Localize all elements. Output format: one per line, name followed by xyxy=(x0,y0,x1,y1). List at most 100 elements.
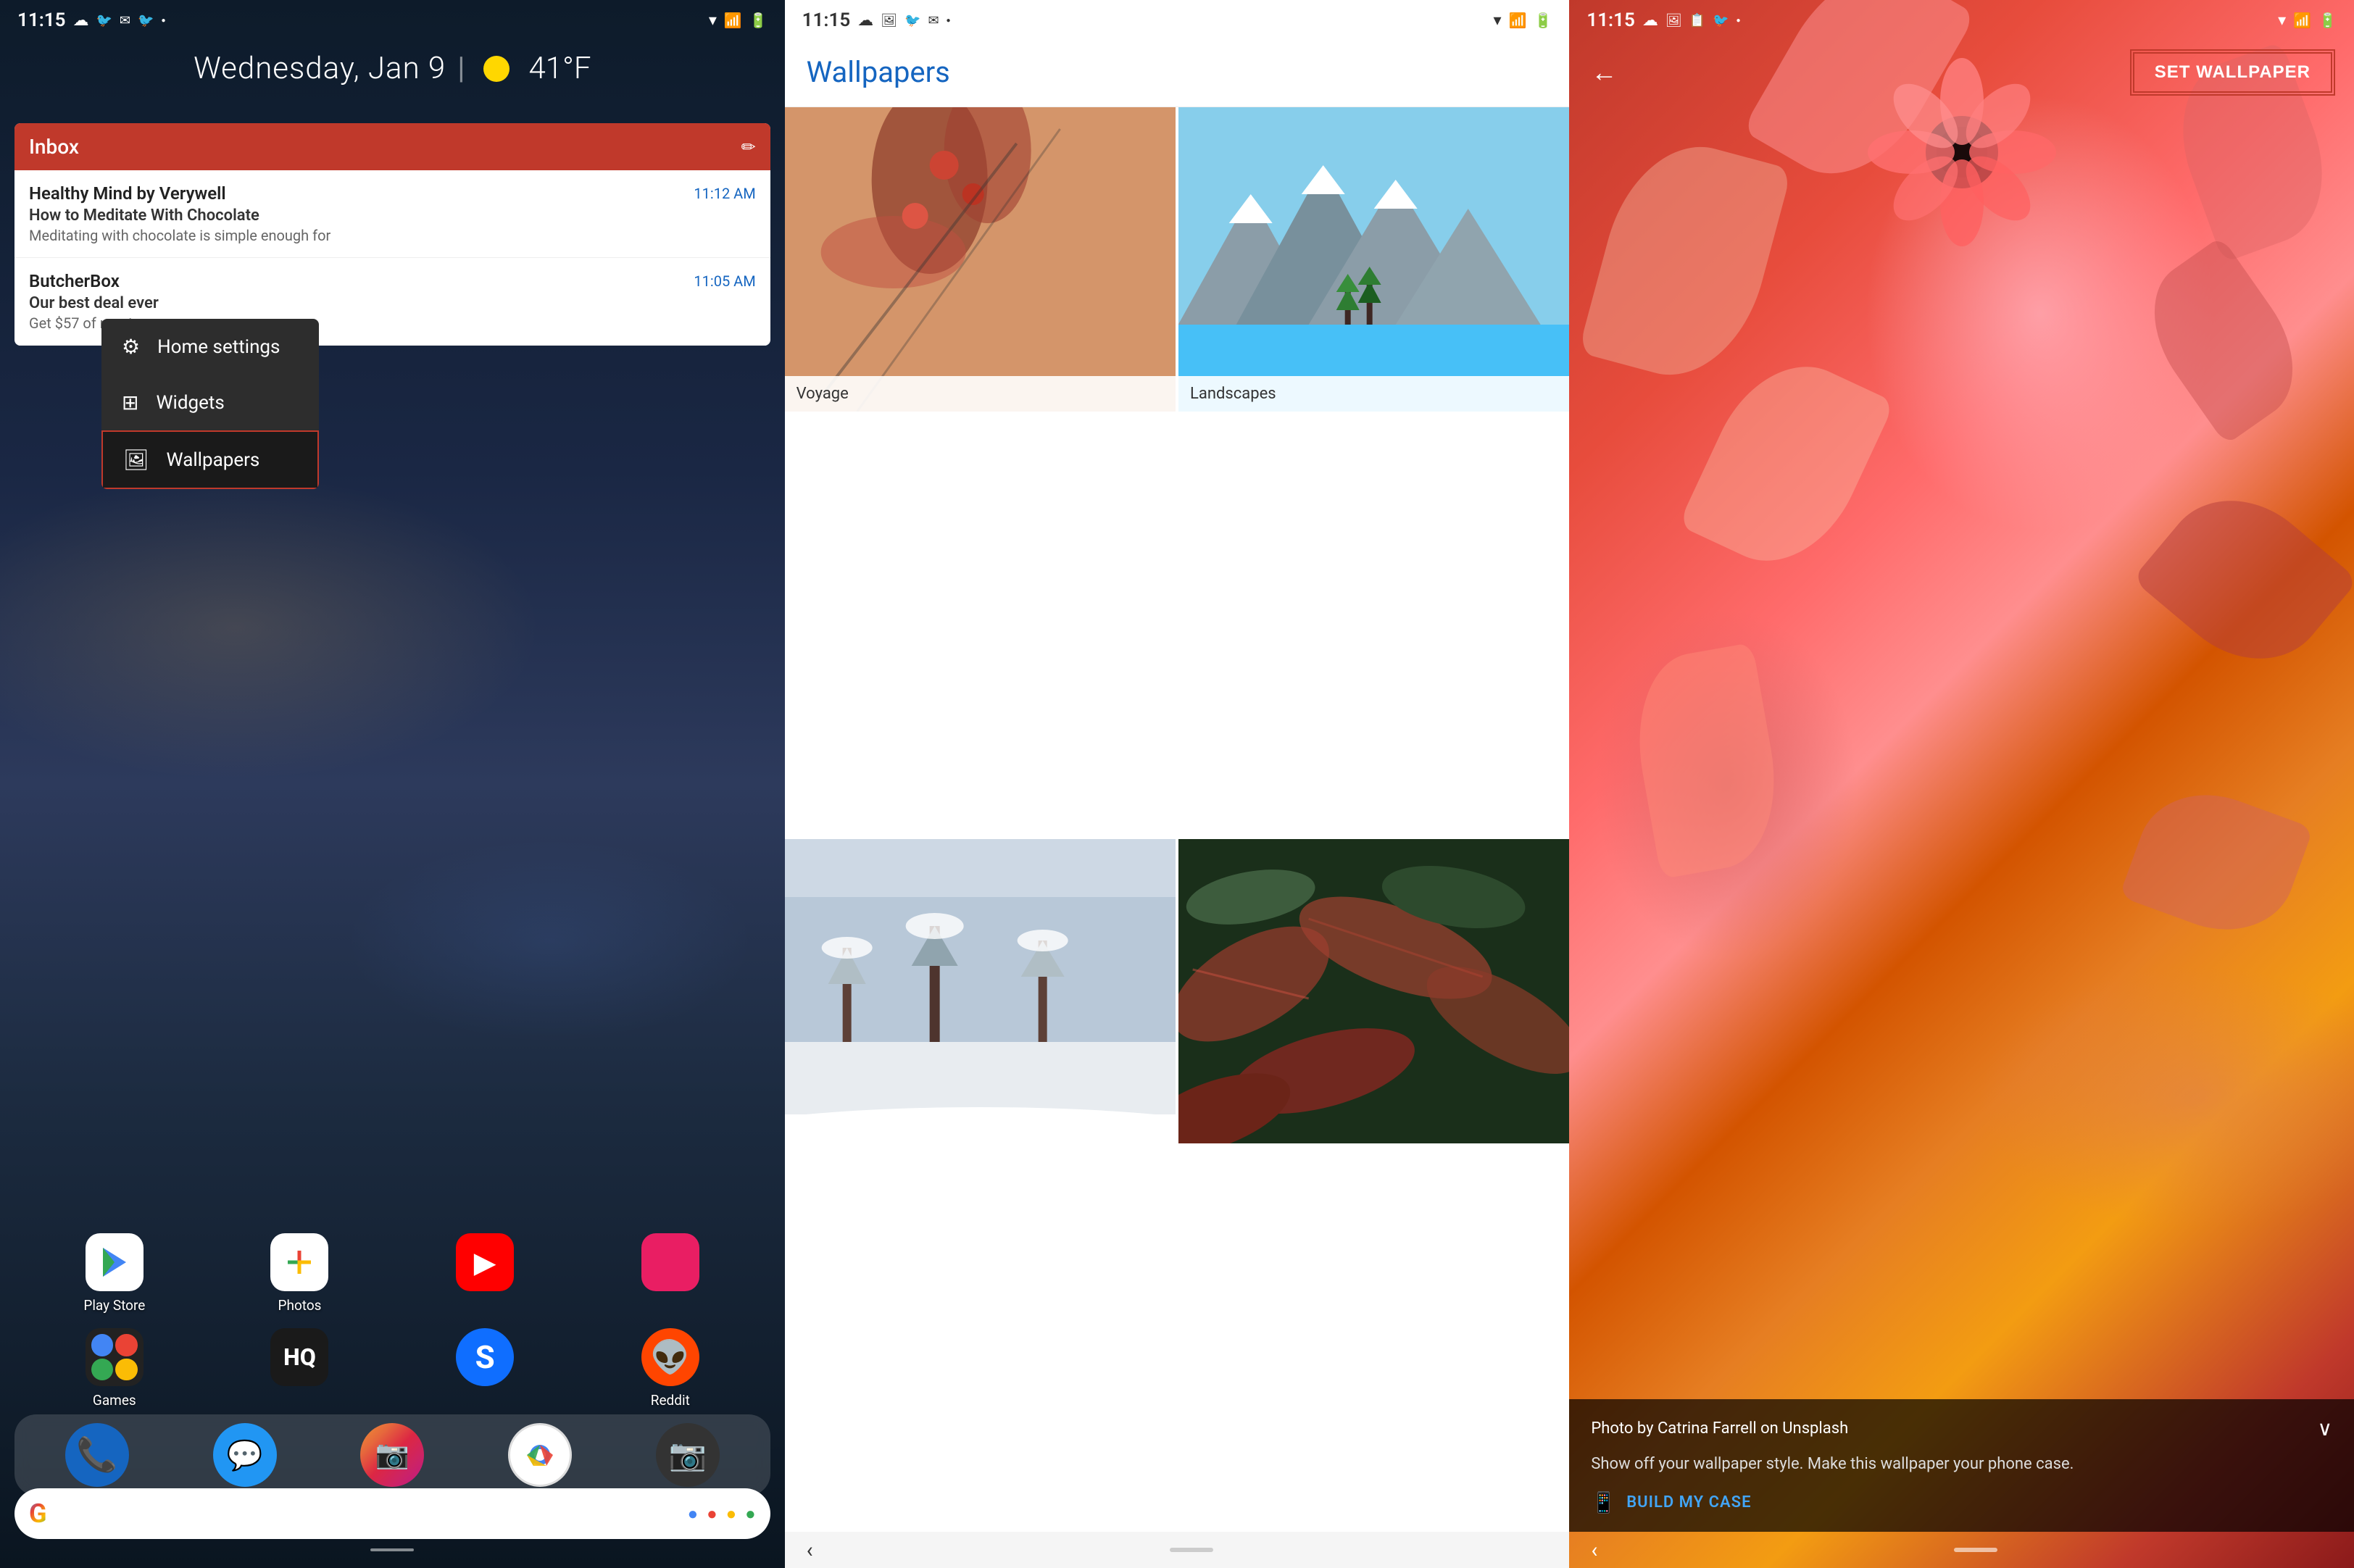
edit-icon[interactable]: ✏ xyxy=(741,137,756,157)
wifi-icon-3: ▾ xyxy=(2278,12,2286,30)
status-bar-panel1: 11:15 ☁ 🐦 ✉ 🐦 ● ▾ 📶 🔋 xyxy=(0,0,785,41)
set-wallpaper-button[interactable]: SET WALLPAPER xyxy=(2133,52,2332,93)
photo-credit-text: Photo by Catrina Farrell on Unsplash xyxy=(1591,1419,1848,1438)
dock-phone[interactable]: 📞 xyxy=(65,1423,129,1487)
wallpaper-thumb-winter[interactable] xyxy=(785,839,1176,1143)
battery-icon: 🔋 xyxy=(749,12,768,29)
app-hq[interactable]: HQ xyxy=(263,1328,336,1409)
inbox-header: Inbox ✏ xyxy=(14,123,770,170)
app-play-store[interactable]: Play Store xyxy=(78,1233,151,1314)
menu-label-widgets: Widgets xyxy=(156,392,224,414)
dot-yellow: ● xyxy=(726,1504,737,1525)
app-grid: Play Store Photos ▶ xyxy=(0,1233,785,1423)
dock-messages[interactable]: 💬 xyxy=(213,1423,277,1487)
build-case-link[interactable]: BUILD MY CASE xyxy=(1626,1493,1751,1511)
subject-1: How to Meditate With Chocolate xyxy=(29,207,756,225)
dot-icon-2: ● xyxy=(947,17,951,25)
winter-svg xyxy=(785,839,1176,1143)
sun-icon xyxy=(483,56,510,82)
wallpapers-header: Wallpapers xyxy=(785,41,1570,107)
play-store-icon xyxy=(86,1233,144,1291)
wallpapers-title: Wallpapers xyxy=(807,55,1548,89)
menu-item-home-settings[interactable]: ⚙ Home settings xyxy=(101,319,319,375)
app-reddit[interactable]: 👽 Reddit xyxy=(634,1328,707,1409)
games-icon xyxy=(86,1328,144,1386)
voyage-label: Voyage xyxy=(785,376,1176,412)
status-right-3: ▾ 📶 🔋 xyxy=(2278,12,2337,30)
image-icon: 🖼 xyxy=(881,13,897,28)
time-2: 11:05 AM xyxy=(694,272,755,290)
mail-icon-2: ✉ xyxy=(928,13,939,28)
extra1-icon xyxy=(641,1233,699,1291)
status-left: 11:15 ☁ 🐦 ✉ 🐦 ● xyxy=(17,9,165,31)
photos-icon xyxy=(270,1233,328,1291)
photos-svg xyxy=(282,1245,317,1280)
widgets-icon: ⊞ xyxy=(122,391,138,414)
twitter-icon-3: 🐦 xyxy=(904,13,920,28)
app-photos[interactable]: Photos xyxy=(263,1233,336,1314)
landscapes-svg xyxy=(1178,107,1569,412)
phone-case-icon: 📱 xyxy=(1591,1490,1616,1514)
chevron-down-icon[interactable]: ∨ xyxy=(2318,1417,2333,1440)
leaves-svg xyxy=(1178,839,1569,1143)
date-separator: | xyxy=(457,51,465,86)
reddit-label: Reddit xyxy=(651,1392,690,1409)
mail-icon: ✉ xyxy=(120,13,130,28)
dock-instagram[interactable]: 📷 xyxy=(360,1423,424,1487)
status-bar-panel3: 11:15 ☁ 🖼 📋 🐦 ● ▾ 📶 🔋 xyxy=(1569,0,2354,41)
settings-icon: ⚙ xyxy=(122,335,140,359)
twitter-icon-2: 🐦 xyxy=(138,13,154,28)
back-chevron-2[interactable]: ‹ xyxy=(785,1538,813,1563)
time-panel2: 11:15 xyxy=(802,9,851,31)
photo-credit-row: Photo by Catrina Farrell on Unsplash ∨ xyxy=(1591,1417,2332,1440)
date-display: Wednesday, Jan 9 xyxy=(194,51,446,86)
note-icon: 📋 xyxy=(1689,13,1705,28)
wallpaper-grid: Voyage xyxy=(785,107,1570,1568)
menu-label-wallpapers: Wallpapers xyxy=(167,449,260,471)
home-indicator-3 xyxy=(1954,1548,1997,1552)
wallpaper-thumb-voyage[interactable]: Voyage xyxy=(785,107,1176,412)
home-indicator-2 xyxy=(1170,1548,1213,1552)
status-left-2: 11:15 ☁ 🖼 🐦 ✉ ● xyxy=(802,9,951,31)
back-button[interactable]: ← xyxy=(1591,57,1617,88)
twitter-icon-4: 🐦 xyxy=(1713,13,1729,28)
dock-camera[interactable]: 📷 xyxy=(656,1423,720,1487)
inbox-card: Inbox ✏ Healthy Mind by Verywell 11:12 A… xyxy=(14,123,770,346)
time-panel3: 11:15 xyxy=(1586,9,1635,31)
inbox-item-1[interactable]: Healthy Mind by Verywell 11:12 AM How to… xyxy=(14,170,770,258)
menu-item-wallpapers[interactable]: 🖼 Wallpapers xyxy=(101,430,319,489)
build-case-row: 📱 BUILD MY CASE xyxy=(1591,1490,2332,1514)
time-1: 11:12 AM xyxy=(694,185,755,202)
app-games[interactable]: Games xyxy=(78,1328,151,1409)
app-extra1 xyxy=(634,1233,707,1314)
dock-chrome[interactable] xyxy=(508,1423,572,1487)
dot-icon: ● xyxy=(161,17,165,25)
status-right: ▾ 📶 🔋 xyxy=(709,12,768,30)
voyage-svg xyxy=(785,107,1176,412)
time-panel1: 11:15 xyxy=(17,9,66,31)
home-indicator xyxy=(370,1548,414,1551)
preview-1: Meditating with chocolate is simple enou… xyxy=(29,227,756,244)
wallpapers-panel: 11:15 ☁ 🖼 🐦 ✉ ● ▾ 📶 🔋 Wallpapers xyxy=(785,0,1570,1568)
wallpaper-thumb-landscapes[interactable]: Landscapes xyxy=(1178,107,1569,412)
google-logo: G xyxy=(29,1498,47,1529)
subject-2: Our best deal ever xyxy=(29,294,756,312)
cloud-icon: ☁ xyxy=(73,12,89,30)
app-youtube[interactable]: ▶ xyxy=(449,1233,521,1314)
photos-label: Photos xyxy=(278,1297,322,1314)
wallpaper-thumb-leaves[interactable] xyxy=(1178,839,1569,1143)
wallpapers-icon: 🖼 xyxy=(123,448,149,472)
wifi-icon-2: ▾ xyxy=(1493,12,1501,30)
menu-item-widgets[interactable]: ⊞ Widgets xyxy=(101,375,319,430)
nav-bar-panel3: ‹ xyxy=(1569,1532,2354,1568)
wallpaper-description: Show off your wallpaper style. Make this… xyxy=(1591,1452,2332,1476)
dot-red: ● xyxy=(707,1504,718,1525)
signal-icon: 📶 xyxy=(724,12,742,29)
app-row-2: Games HQ S 👽 Reddit xyxy=(22,1328,763,1409)
sender-1: Healthy Mind by Verywell xyxy=(29,183,226,204)
back-chevron-3[interactable]: ‹ xyxy=(1569,1538,1597,1563)
reddit-icon: 👽 xyxy=(641,1328,699,1386)
dot-icon-3: ● xyxy=(1737,17,1741,25)
play-store-label: Play Store xyxy=(83,1297,145,1314)
app-shazam[interactable]: S xyxy=(449,1328,521,1409)
